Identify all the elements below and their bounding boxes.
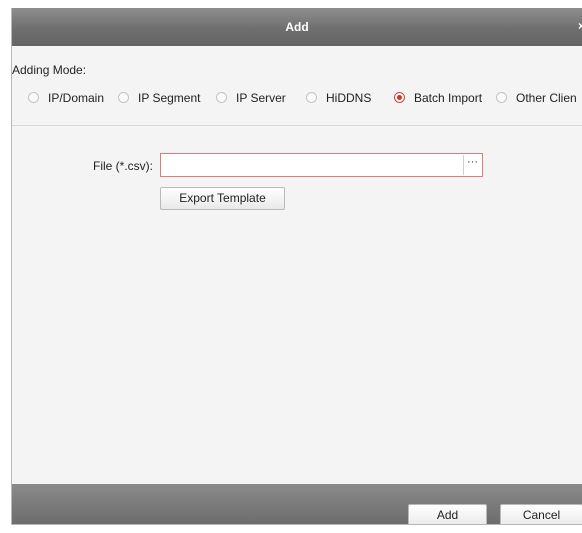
- adding-mode-label: Adding Mode:: [12, 63, 87, 77]
- divider: [12, 125, 582, 126]
- radio-label: Other Clien: [516, 91, 577, 105]
- add-device-dialog: Add × Adding Mode: IP/Domain IP Segment …: [11, 8, 582, 525]
- radio-dot-icon[interactable]: [118, 92, 129, 103]
- file-label: File (*.csv):: [93, 159, 153, 173]
- dialog-footer: Add Cancel: [12, 484, 582, 524]
- radio-label: IP Server: [236, 91, 286, 105]
- cancel-button[interactable]: Cancel: [500, 504, 582, 524]
- radio-dot-icon[interactable]: [394, 92, 405, 103]
- radio-dot-icon[interactable]: [216, 92, 227, 103]
- radio-dot-icon[interactable]: [496, 92, 507, 103]
- close-icon[interactable]: ×: [578, 19, 582, 33]
- radio-label: IP Segment: [138, 91, 201, 105]
- add-button[interactable]: Add: [408, 504, 487, 524]
- radio-label: IP/Domain: [48, 91, 105, 105]
- dialog-title: Add: [285, 20, 309, 34]
- radio-dot-icon[interactable]: [28, 92, 39, 103]
- export-template-button[interactable]: Export Template: [160, 187, 285, 210]
- radio-label: Batch Import: [414, 91, 483, 105]
- radio-label: HiDDNS: [326, 91, 372, 105]
- file-path-input[interactable]: [160, 153, 483, 177]
- radio-dot-icon[interactable]: [306, 92, 317, 103]
- dialog-titlebar[interactable]: Add ×: [12, 8, 582, 46]
- browse-button[interactable]: ···: [463, 155, 481, 175]
